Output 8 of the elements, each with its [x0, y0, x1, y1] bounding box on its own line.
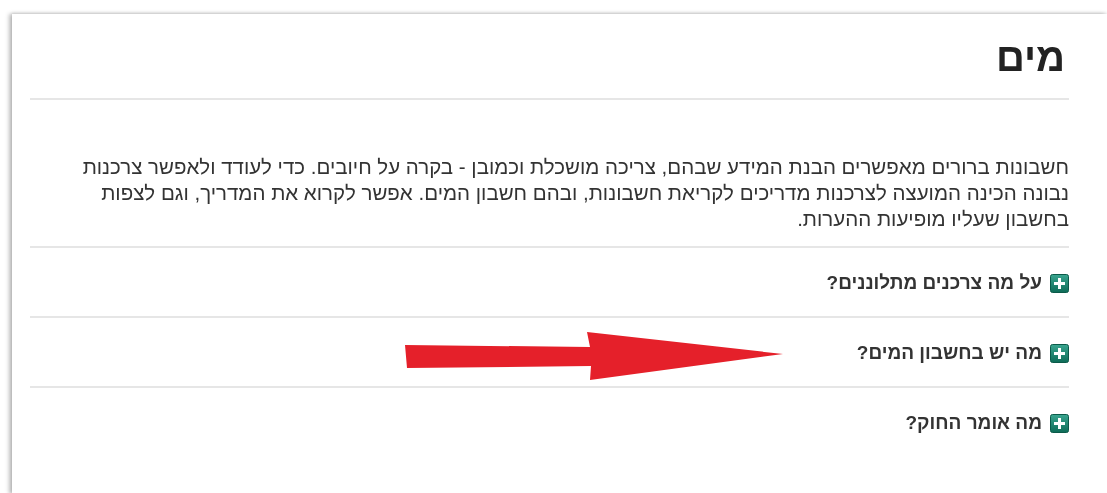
section-toggle[interactable]: על מה צרכנים מתלוננים? [826, 272, 1069, 294]
plus-icon [1050, 413, 1069, 433]
section-toggle[interactable]: מה יש בחשבון המים? [856, 342, 1069, 364]
page-title: מים [30, 14, 1069, 100]
plus-icon [1050, 273, 1069, 293]
plus-icon [1050, 343, 1069, 363]
section-toggle[interactable]: מה אומר החוק? [905, 412, 1069, 434]
intro-paragraph: חשבונות ברורים מאפשרים הבנת המידע שבהם, צריכה מושכלת וכמובן - בקרה על חיובים. כדי לעודד ולאפשר צרכנות נבונה הכינה המועצה לצרכנות מדריכים לקריאת חשבונות, ובהם חשבון המים. אפשר לקרוא את המדריך, וגם לצפות בחשבון שעליו מופיעות ההערות. [81, 154, 1069, 232]
